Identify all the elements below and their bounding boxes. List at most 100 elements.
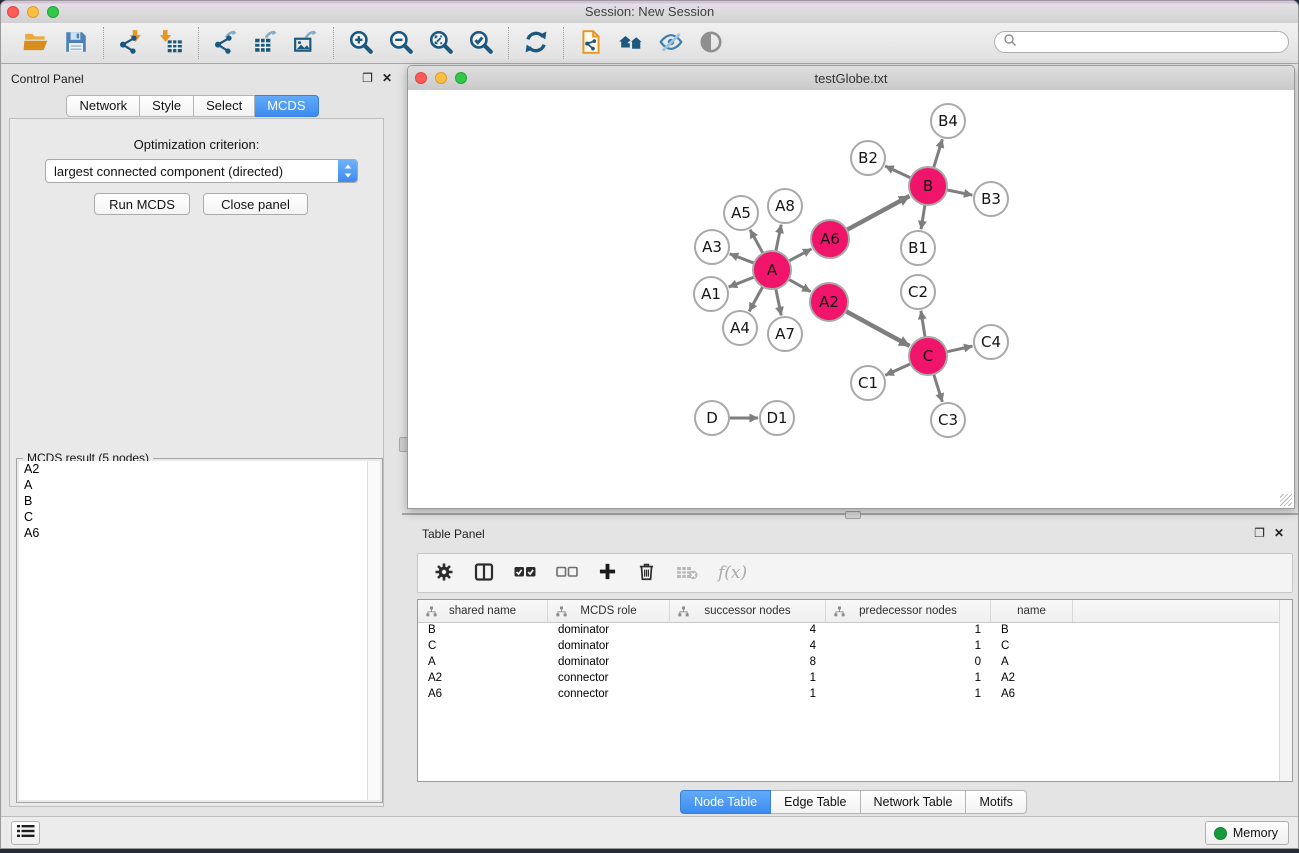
import-network-button[interactable] [114,27,148,59]
table-cell: B [991,624,1073,636]
close-table-panel-icon[interactable]: ✕ [1274,526,1284,540]
network-window-titlebar[interactable]: testGlobe.txt [408,66,1294,91]
delete-column-button[interactable] [637,562,656,584]
table-cell: connector [548,672,670,684]
mcds-result-item[interactable]: A6 [19,525,367,541]
hide-selected-button[interactable] [654,27,688,59]
edge-A-A1[interactable] [729,277,756,287]
node-label-B1: B1 [908,239,928,257]
table-scrollbar[interactable] [1279,600,1292,781]
tab-network-table[interactable]: Network Table [861,790,967,814]
add-column-button[interactable] [598,562,617,584]
node-label-A1: A1 [701,285,721,303]
edge-C-C4[interactable] [946,346,973,352]
close-panel-icon[interactable]: ✕ [382,71,392,85]
mcds-result-item[interactable]: B [19,493,367,509]
export-table-button[interactable] [249,27,283,59]
zoom-fit-button[interactable] [424,27,458,59]
mcds-result-item[interactable]: C [19,509,367,525]
export-image-button[interactable] [289,27,323,59]
float-panel-icon[interactable]: ❐ [362,71,373,85]
edge-A-A8[interactable] [776,225,782,253]
mcds-result-list[interactable]: A2ABCA6 [19,461,367,800]
refresh-view-button[interactable] [519,27,553,59]
open-file-icon [23,29,49,58]
edge-B-B2[interactable] [885,166,911,178]
tab-style[interactable]: Style [140,95,194,117]
memory-label: Memory [1233,826,1278,840]
toolbar-group [508,27,563,59]
edge-A-A5[interactable] [750,230,763,254]
node-label-B: B [923,177,933,195]
search-input[interactable] [1022,34,1288,50]
column-header-predecessor-nodes[interactable]: predecessor nodes [826,600,991,622]
deselect-all-rows-button[interactable] [556,565,578,582]
tab-motifs[interactable]: Motifs [966,790,1026,814]
network-from-document-button[interactable] [574,27,608,59]
zoom-selected-button[interactable] [464,27,498,59]
show-graphics-details-button[interactable] [694,27,728,59]
edge-B-B4[interactable] [933,139,942,169]
tab-network[interactable]: Network [66,95,140,117]
import-table-button[interactable] [154,27,188,59]
open-file-button[interactable] [19,27,53,59]
edge-C-C1[interactable] [885,363,911,375]
table-row[interactable]: Bdominator41B [418,622,1280,638]
status-bar: Memory [1,816,1298,848]
select-all-rows-button[interactable] [514,565,536,582]
column-header-successor-nodes[interactable]: successor nodes [670,600,826,622]
edge-B-B1[interactable] [921,204,925,229]
edge-A-A4[interactable] [749,286,763,312]
first-neighbors-button[interactable] [614,27,648,59]
edge-C-C3[interactable] [933,373,942,402]
network-canvas[interactable]: B4B2BB3A5A8A6A3B1AA1C2A2A4A7C4CC1C3DD1 [408,90,1294,508]
node-label-A6: A6 [820,230,840,248]
edge-A2-C[interactable] [845,311,910,346]
search-box[interactable] [994,31,1289,53]
tab-edge-table[interactable]: Edge Table [771,790,860,814]
column-label: shared name [449,605,516,617]
memory-button[interactable]: Memory [1205,821,1289,845]
zoom-in-button[interactable] [344,27,378,59]
table-header-row: shared name MCDS rolesuccessor nodesprede… [418,600,1280,623]
tab-node-table[interactable]: Node Table [680,790,771,814]
edge-A-A7[interactable] [776,288,782,316]
column-type-icon [678,606,689,620]
edge-A6-B[interactable] [846,196,910,230]
close-panel-button[interactable]: Close panel [203,193,308,215]
tab-mcds[interactable]: MCDS [255,95,318,117]
column-header-name[interactable]: name [991,600,1073,622]
float-table-panel-icon[interactable]: ❐ [1254,526,1265,540]
table-cell: 1 [670,672,826,684]
table-row[interactable]: Adominator80A [418,654,1280,670]
edge-A-A2[interactable] [788,279,811,292]
save-session-icon [63,29,89,58]
table-row[interactable]: A2connector11A2 [418,670,1280,686]
table-row[interactable]: A6connector11A6 [418,686,1280,702]
tab-select[interactable]: Select [194,95,255,117]
result-list-scrollbar[interactable] [367,461,380,800]
show-columns-button[interactable] [474,562,494,585]
table-settings-button[interactable] [434,562,454,585]
apply-function-button: f(x) [718,563,747,583]
mcds-result-item[interactable]: A [19,477,367,493]
node-label-A2: A2 [819,293,839,311]
resize-grip[interactable] [1280,494,1292,506]
column-header-shared-name[interactable]: shared name [418,600,548,622]
zoom-out-button[interactable] [384,27,418,59]
task-history-button[interactable] [11,821,40,845]
edge-C-C2[interactable] [921,311,925,338]
toolbar-group [563,27,738,59]
edge-A-A6[interactable] [788,249,812,262]
mcds-result-item[interactable]: A2 [19,461,367,477]
edge-A-A3[interactable] [730,254,755,264]
edge-B-B3[interactable] [946,190,973,196]
horizontal-split-handle[interactable] [845,511,861,519]
export-network-button[interactable] [209,27,243,59]
table-cell: 0 [826,656,991,668]
save-session-button[interactable] [59,27,93,59]
column-header-MCDS-role[interactable]: MCDS role [548,600,670,622]
table-row[interactable]: Cdominator41C [418,638,1280,654]
criterion-dropdown[interactable]: largest connected component (directed) [45,159,358,183]
run-mcds-button[interactable]: Run MCDS [94,193,190,215]
